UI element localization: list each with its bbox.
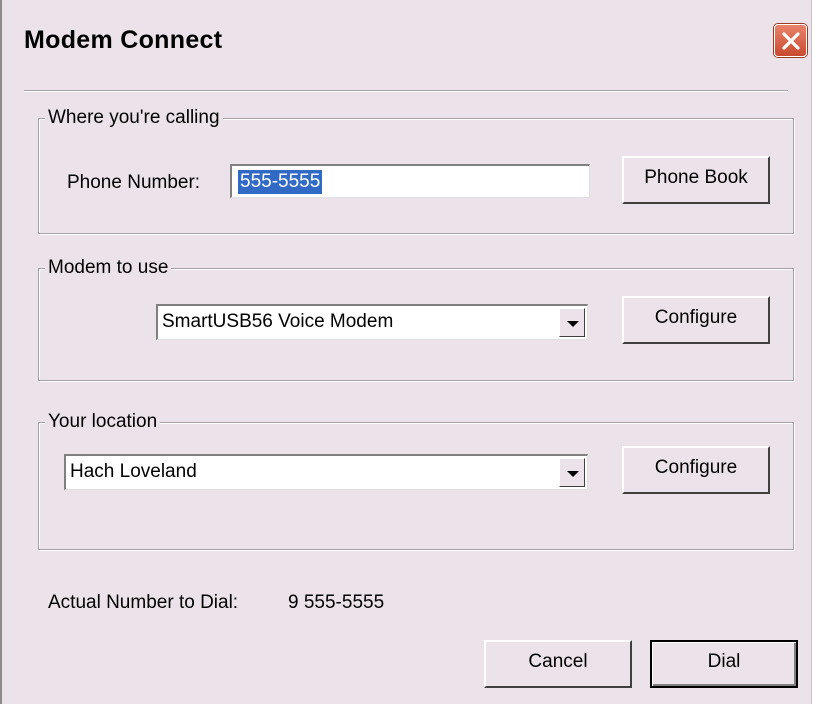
dial-button-label: Dial	[707, 651, 741, 672]
modem-configure-button[interactable]: Configure	[622, 296, 770, 344]
location-configure-button[interactable]: Configure	[622, 446, 770, 494]
title-divider	[24, 90, 788, 92]
cancel-button-label: Cancel	[528, 651, 588, 672]
phone-number-label: Phone Number:	[67, 172, 201, 193]
close-x-icon	[782, 32, 800, 50]
dial-button[interactable]: Dial	[650, 640, 798, 688]
modem-configure-label: Configure	[654, 307, 738, 328]
modem-select[interactable]: SmartUSB56 Voice Modem	[156, 304, 588, 340]
chevron-down-icon[interactable]	[559, 458, 585, 487]
actual-number-label: Actual Number to Dial:	[48, 592, 239, 613]
chevron-down-icon[interactable]	[559, 308, 585, 337]
cancel-button[interactable]: Cancel	[484, 640, 632, 688]
phone-number-value: 555-5555	[238, 170, 323, 194]
location-legend: Your location	[45, 410, 161, 434]
phone-number-input[interactable]: 555-5555	[230, 164, 590, 198]
calling-legend: Where you're calling	[45, 106, 223, 130]
close-button[interactable]	[774, 24, 807, 57]
modem-select-value: SmartUSB56 Voice Modem	[162, 311, 394, 332]
dialog-title: Modem Connect	[24, 26, 223, 54]
phone-book-button[interactable]: Phone Book	[622, 156, 770, 204]
modem-connect-dialog: Modem Connect Where you're calling Phone…	[0, 0, 812, 704]
location-select-value: Hach Loveland	[70, 461, 197, 482]
phone-book-button-label: Phone Book	[644, 167, 748, 188]
location-select[interactable]: Hach Loveland	[64, 454, 588, 490]
title-bar[interactable]: Modem Connect	[0, 0, 812, 82]
modem-legend: Modem to use	[45, 256, 172, 280]
location-configure-label: Configure	[654, 457, 738, 478]
actual-number-value: 9 555-5555	[288, 592, 385, 613]
